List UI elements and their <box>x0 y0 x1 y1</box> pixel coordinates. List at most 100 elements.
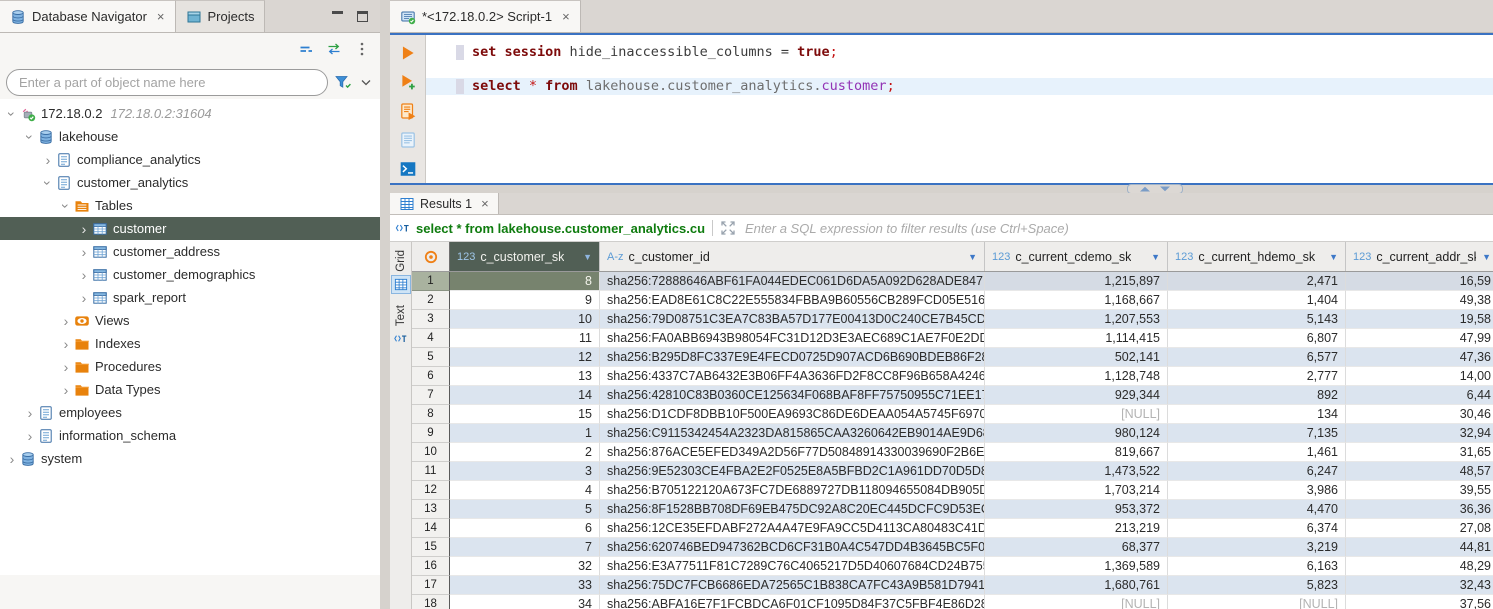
cell-c-current-addr-sk[interactable]: 19,58 <box>1346 310 1493 329</box>
cell-c-current-cdemo-sk[interactable]: 213,219 <box>985 519 1168 538</box>
cell-c-customer-id[interactable]: sha256:9E52303CE4FBA2E2F0525E8A5BFBD2C1A… <box>600 462 985 481</box>
tree-item[interactable]: › Data Types <box>0 378 380 401</box>
cell-c-current-addr-sk[interactable]: 31,65 <box>1346 443 1493 462</box>
row-number[interactable]: 3 <box>412 310 450 329</box>
cell-c-current-hdemo-sk[interactable]: 7,135 <box>1168 424 1346 443</box>
cell-c-current-cdemo-sk[interactable]: 1,168,667 <box>985 291 1168 310</box>
expander-icon[interactable]: › <box>40 175 56 191</box>
tab-sql-script[interactable]: *<172.18.0.2> Script-1 × <box>390 0 581 32</box>
row-number[interactable]: 14 <box>412 519 450 538</box>
cell-c-current-hdemo-sk[interactable]: 6,163 <box>1168 557 1346 576</box>
view-menu-icon[interactable] <box>354 41 370 57</box>
filter-expression-input[interactable] <box>745 221 1493 236</box>
cell-c-current-hdemo-sk[interactable]: 6,374 <box>1168 519 1346 538</box>
cell-c-current-hdemo-sk[interactable]: 1,461 <box>1168 443 1346 462</box>
cell-c-current-addr-sk[interactable]: 39,55 <box>1346 481 1493 500</box>
row-number[interactable]: 11 <box>412 462 450 481</box>
close-icon[interactable]: × <box>481 196 489 211</box>
cell-c-current-cdemo-sk[interactable]: 1,369,589 <box>985 557 1168 576</box>
vertical-splitter[interactable] <box>380 0 390 609</box>
row-number[interactable]: 18 <box>412 595 450 609</box>
cell-c-customer-sk[interactable]: 11 <box>450 329 600 348</box>
tree-item[interactable]: › employees <box>0 401 380 424</box>
cell-c-current-cdemo-sk[interactable]: [NULL] <box>985 595 1168 609</box>
execute-statement-icon[interactable] <box>399 44 417 62</box>
expand-filter-icon[interactable] <box>720 220 737 236</box>
tree-item[interactable]: › Tables <box>0 194 380 217</box>
cell-c-current-hdemo-sk[interactable]: 4,470 <box>1168 500 1346 519</box>
execute-script-icon[interactable] <box>399 102 417 120</box>
cell-c-current-hdemo-sk[interactable]: 3,986 <box>1168 481 1346 500</box>
cell-c-current-addr-sk[interactable]: 37,56 <box>1346 595 1493 609</box>
cell-c-current-addr-sk[interactable]: 48,57 <box>1346 462 1493 481</box>
cell-c-customer-id[interactable]: sha256:ABFA16E7F1FCBDCA6F01CF1095D84F37C… <box>600 595 985 609</box>
cell-c-customer-id[interactable]: sha256:876ACE5EFED349A2D56F77D5084891433… <box>600 443 985 462</box>
cell-c-current-hdemo-sk[interactable]: 5,823 <box>1168 576 1346 595</box>
cell-c-current-cdemo-sk[interactable]: 1,215,897 <box>985 272 1168 291</box>
cell-c-customer-sk[interactable]: 4 <box>450 481 600 500</box>
column-header[interactable]: A-z c_customer_id ▼ <box>600 242 985 271</box>
column-header[interactable]: 123 c_current_addr_sk ▼ <box>1346 242 1493 271</box>
row-number[interactable]: 5 <box>412 348 450 367</box>
cell-c-customer-sk[interactable]: 13 <box>450 367 600 386</box>
expander-icon[interactable]: › <box>58 336 74 352</box>
cell-c-customer-id[interactable]: sha256:4337C7AB6432E3B06FF4A3636FD2F8CC8… <box>600 367 985 386</box>
cell-c-current-cdemo-sk[interactable]: 1,128,748 <box>985 367 1168 386</box>
search-input[interactable] <box>6 69 328 96</box>
sort-arrow-icon[interactable]: ▼ <box>962 252 977 262</box>
row-number[interactable]: 13 <box>412 500 450 519</box>
cell-c-current-hdemo-sk[interactable]: 6,247 <box>1168 462 1346 481</box>
row-number[interactable]: 16 <box>412 557 450 576</box>
tab-text-view[interactable]: Text T <box>392 305 410 347</box>
cell-c-current-hdemo-sk[interactable]: 2,777 <box>1168 367 1346 386</box>
cell-c-current-hdemo-sk[interactable]: 6,577 <box>1168 348 1346 367</box>
expander-icon[interactable]: › <box>4 106 20 122</box>
cell-c-customer-sk[interactable]: 12 <box>450 348 600 367</box>
cell-c-current-hdemo-sk[interactable]: 892 <box>1168 386 1346 405</box>
cell-c-customer-id[interactable]: sha256:620746BED947362BCD6CF31B0A4C547DD… <box>600 538 985 557</box>
horizontal-splitter[interactable] <box>390 185 1493 193</box>
sort-arrow-icon[interactable]: ▼ <box>1323 252 1338 262</box>
row-number[interactable]: 6 <box>412 367 450 386</box>
code-editor-surface[interactable]: set session hide_inaccessible_columns = … <box>426 35 1493 183</box>
expander-icon[interactable]: › <box>76 267 92 283</box>
cell-c-current-addr-sk[interactable]: 44,81 <box>1346 538 1493 557</box>
cell-c-current-cdemo-sk[interactable]: [NULL] <box>985 405 1168 424</box>
cell-c-current-cdemo-sk[interactable]: 953,372 <box>985 500 1168 519</box>
cell-c-customer-id[interactable]: sha256:72888646ABF61FA044EDEC061D6DA5A09… <box>600 272 985 291</box>
cell-c-customer-id[interactable]: sha256:42810C83B0360CE125634F068BAF8FF75… <box>600 386 985 405</box>
maximize-icon[interactable] <box>357 11 368 22</box>
cell-c-customer-sk[interactable]: 6 <box>450 519 600 538</box>
cell-c-customer-sk[interactable]: 32 <box>450 557 600 576</box>
tree-item[interactable]: › information_schema <box>0 424 380 447</box>
grid-corner-cell[interactable] <box>412 242 450 271</box>
cell-c-current-cdemo-sk[interactable]: 1,680,761 <box>985 576 1168 595</box>
link-with-editor-icon[interactable] <box>326 41 342 57</box>
collapse-all-icon[interactable] <box>298 41 314 57</box>
tree-item[interactable]: › customer <box>0 217 380 240</box>
cell-c-current-hdemo-sk[interactable]: 2,471 <box>1168 272 1346 291</box>
tree-item[interactable]: › system <box>0 447 380 470</box>
cell-c-customer-id[interactable]: sha256:C9115342454A2323DA815865CAA326064… <box>600 424 985 443</box>
cell-c-current-addr-sk[interactable]: 47,36 <box>1346 348 1493 367</box>
cell-c-customer-sk[interactable]: 1 <box>450 424 600 443</box>
cell-c-customer-id[interactable]: sha256:B705122120A673FC7DE6889727DB11809… <box>600 481 985 500</box>
cell-c-customer-id[interactable]: sha256:B295D8FC337E9E4FECD0725D907ACD6B6… <box>600 348 985 367</box>
cell-c-current-cdemo-sk[interactable]: 819,667 <box>985 443 1168 462</box>
tree-item[interactable]: › customer_analytics <box>0 171 380 194</box>
cell-c-customer-sk[interactable]: 2 <box>450 443 600 462</box>
row-number[interactable]: 9 <box>412 424 450 443</box>
cell-c-current-addr-sk[interactable]: 27,08 <box>1346 519 1493 538</box>
cell-c-current-cdemo-sk[interactable]: 68,377 <box>985 538 1168 557</box>
expander-icon[interactable]: › <box>76 221 92 237</box>
tab-grid-view[interactable]: Grid <box>392 250 410 293</box>
cell-c-current-cdemo-sk[interactable]: 1,114,415 <box>985 329 1168 348</box>
cell-c-current-addr-sk[interactable]: 32,43 <box>1346 576 1493 595</box>
execute-new-tab-icon[interactable] <box>399 73 417 91</box>
cell-c-customer-id[interactable]: sha256:12CE35EFDABF272A4A47E9FA9CC5D4113… <box>600 519 985 538</box>
tree-item[interactable]: › Views <box>0 309 380 332</box>
tab-results-1[interactable]: Results 1 × <box>390 193 499 214</box>
cell-c-customer-id[interactable]: sha256:79D08751C3EA7C83BA57D177E00413D0C… <box>600 310 985 329</box>
cell-c-current-addr-sk[interactable]: 6,44 <box>1346 386 1493 405</box>
tree-item[interactable]: › customer_address <box>0 240 380 263</box>
